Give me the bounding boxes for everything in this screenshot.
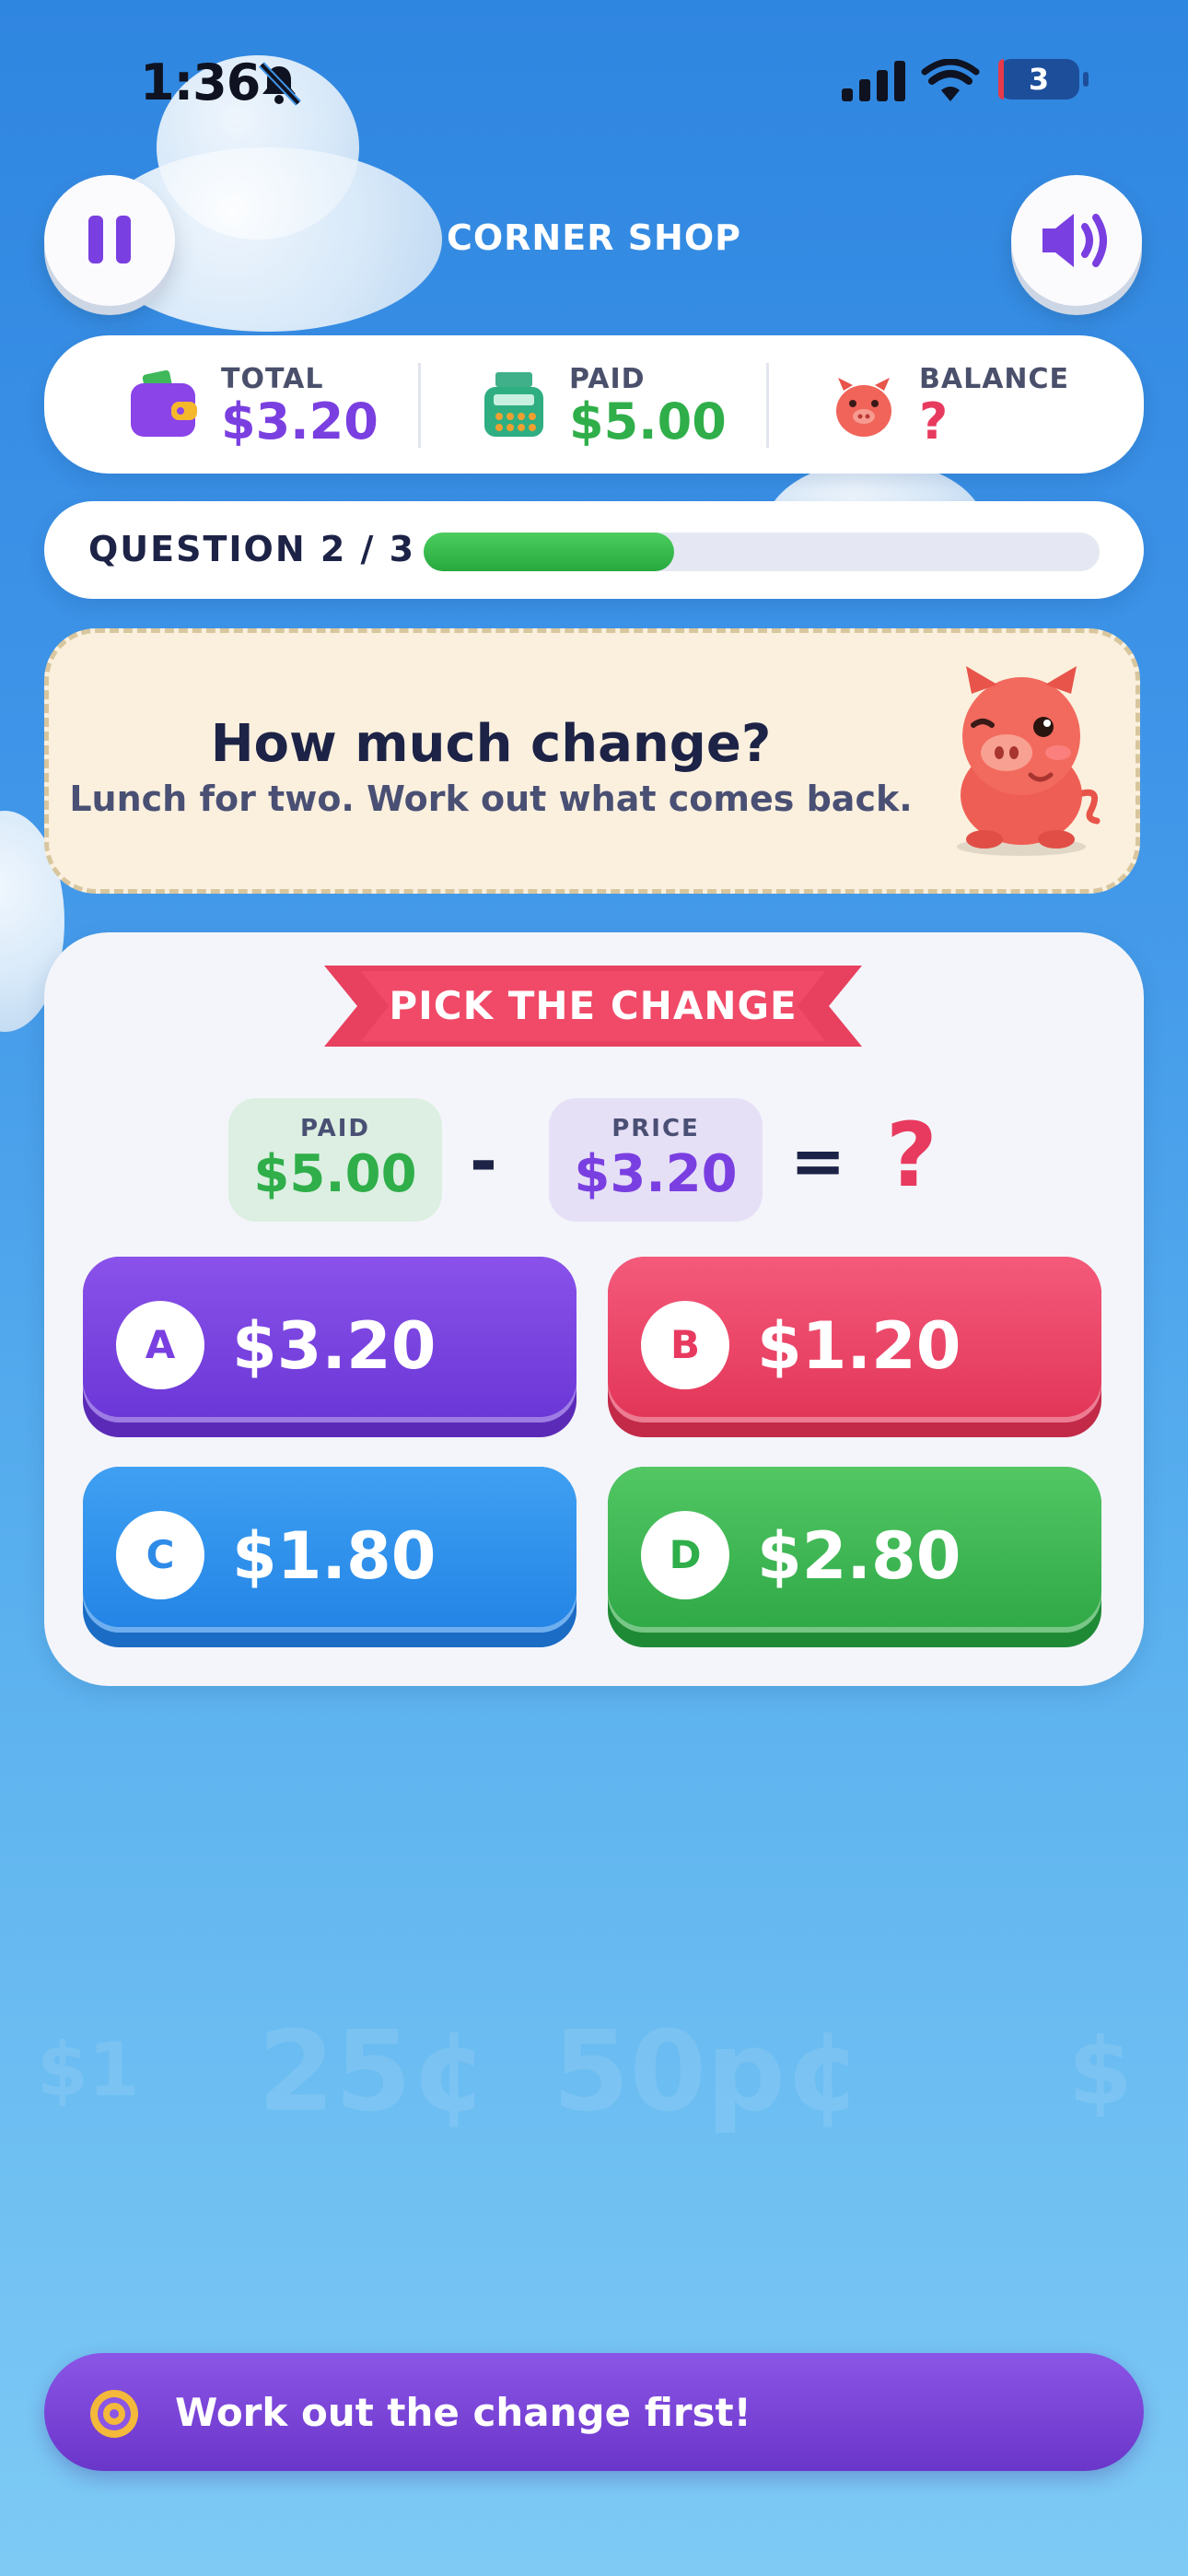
balance-label: BALANCE xyxy=(919,363,1070,395)
answer-c-button[interactable]: C $1.80 xyxy=(83,1467,577,1647)
minus-operator: - xyxy=(470,1122,497,1200)
answer-a-value: $3.20 xyxy=(232,1308,437,1384)
price-chip-value: $3.20 xyxy=(574,1144,738,1204)
answer-b-value: $1.20 xyxy=(757,1308,961,1384)
target-icon xyxy=(90,2390,138,2438)
wifi-icon xyxy=(921,59,980,101)
bell-muted-icon xyxy=(259,62,301,106)
answer-d-letter: D xyxy=(641,1511,729,1599)
price-chip-label: PRICE xyxy=(611,1115,700,1142)
progress-track xyxy=(424,533,1100,571)
equals-operator: = xyxy=(790,1122,846,1200)
question-progress: QUESTION 2 / 3 xyxy=(44,501,1144,599)
signal-icon xyxy=(842,61,905,101)
piggy-mascot-icon xyxy=(957,666,1101,856)
total-value: $3.20 xyxy=(221,392,379,451)
question-prompt: How much change? Lunch for two. Work out… xyxy=(44,628,1140,894)
progress-fill xyxy=(424,533,674,571)
paid-chip-label: PAID xyxy=(299,1115,371,1142)
piggy-icon xyxy=(836,378,891,437)
hint-toast: Work out the change first! xyxy=(44,2353,1144,2471)
answer-d-button[interactable]: D $2.80 xyxy=(608,1467,1101,1647)
cash-register-icon xyxy=(484,372,543,437)
paid-label: PAID xyxy=(569,363,646,395)
balance-value: ? xyxy=(919,392,949,451)
answer-b-letter: B xyxy=(641,1301,729,1389)
battery-indicator: 3 xyxy=(998,59,1089,100)
status-time: 1:36 xyxy=(140,53,261,111)
divider xyxy=(418,363,421,448)
page-title: CORNER SHOP xyxy=(446,217,742,258)
total-label: TOTAL xyxy=(221,363,324,395)
wallet-icon xyxy=(131,369,197,437)
answer-c-value: $1.80 xyxy=(232,1518,437,1594)
answer-a-letter: A xyxy=(116,1301,204,1389)
sound-button[interactable] xyxy=(1011,175,1142,306)
answer-a-button[interactable]: A $3.20 xyxy=(83,1257,577,1437)
speaker-icon xyxy=(1042,214,1107,267)
question-title: How much change? xyxy=(210,714,772,774)
bg-word: $ xyxy=(1068,2018,1133,2125)
bg-word: 25¢ xyxy=(258,2008,489,2137)
ribbon-title: PICK THE CHANGE xyxy=(389,983,798,1028)
paid-value: $5.00 xyxy=(569,392,727,451)
bg-word: 50p¢ xyxy=(553,2008,863,2137)
hint-message: Work out the change first! xyxy=(175,2390,751,2435)
status-bar: 1:36 3 xyxy=(0,48,1188,122)
battery-level: 3 xyxy=(1028,62,1050,97)
paid-chip: PAID $5.00 xyxy=(228,1098,442,1222)
answer-d-value: $2.80 xyxy=(757,1518,961,1594)
answer-c-letter: C xyxy=(116,1511,204,1599)
answer-b-button[interactable]: B $1.20 xyxy=(608,1257,1101,1437)
stats-bar: TOTAL $3.20 PAID $5.00 BALANCE ? xyxy=(44,335,1144,474)
bg-word: $1 xyxy=(37,2027,140,2113)
unknown-answer: ? xyxy=(886,1104,938,1207)
paid-chip-value: $5.00 xyxy=(253,1144,417,1204)
price-chip: PRICE $3.20 xyxy=(549,1098,763,1222)
question-label: QUESTION 2 / 3 xyxy=(88,529,416,569)
divider xyxy=(766,363,769,448)
question-subtitle: Lunch for two. Work out what comes back. xyxy=(69,779,913,819)
